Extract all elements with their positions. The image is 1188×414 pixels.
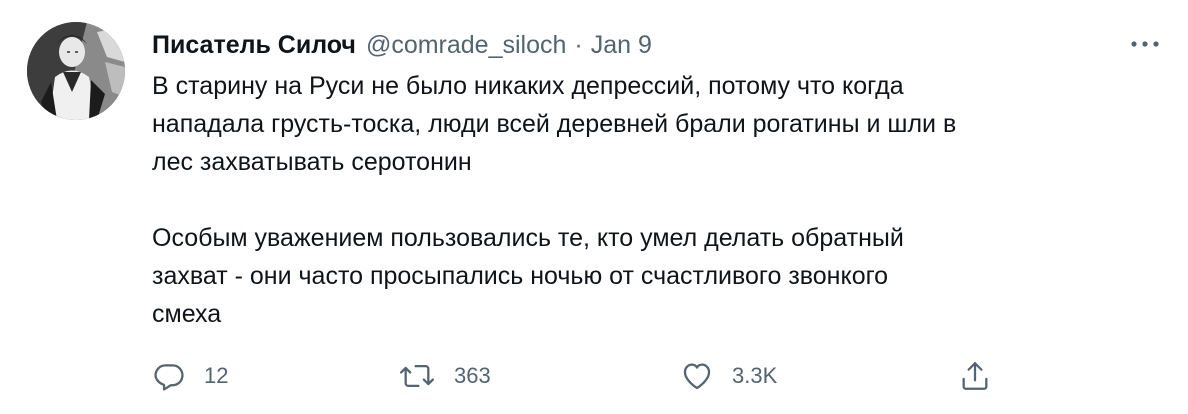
share-icon — [962, 362, 988, 390]
display-name[interactable]: Писатель Силоч — [152, 27, 356, 63]
more-options-button[interactable] — [1125, 30, 1165, 58]
like-button[interactable]: 3.3K — [680, 356, 777, 396]
more-horizontal-icon — [1131, 41, 1159, 47]
retweet-icon — [400, 364, 434, 388]
reply-icon — [154, 364, 184, 391]
retweet-count: 363 — [454, 363, 491, 388]
avatar[interactable] — [27, 22, 125, 120]
reply-count: 12 — [204, 363, 229, 388]
tweet-header: Писатель Силоч @comrade_siloch · Jan 9 — [152, 27, 652, 63]
tweet-paragraph-2: Особым уважением пользовались те, кто ум… — [152, 224, 904, 328]
retweet-button[interactable]: 363 — [398, 356, 491, 396]
avatar-image — [27, 22, 125, 120]
tweet-date[interactable]: Jan 9 — [591, 27, 652, 63]
heart-icon — [683, 363, 711, 390]
tweet-text: В старину на Руси не было никаких депрес… — [152, 67, 1162, 333]
tweet-actions: 12 363 3.3K — [0, 356, 1188, 396]
tweet-paragraph-1: В старину на Руси не было никаких депрес… — [152, 72, 957, 176]
share-button[interactable] — [958, 356, 992, 396]
separator-dot: · — [574, 31, 583, 59]
user-handle[interactable]: @comrade_siloch — [366, 27, 566, 63]
reply-button[interactable]: 12 — [152, 356, 228, 396]
tweet-card[interactable]: Писатель Силоч @comrade_siloch · Jan 9 В… — [0, 0, 1188, 414]
like-count: 3.3K — [732, 363, 778, 388]
